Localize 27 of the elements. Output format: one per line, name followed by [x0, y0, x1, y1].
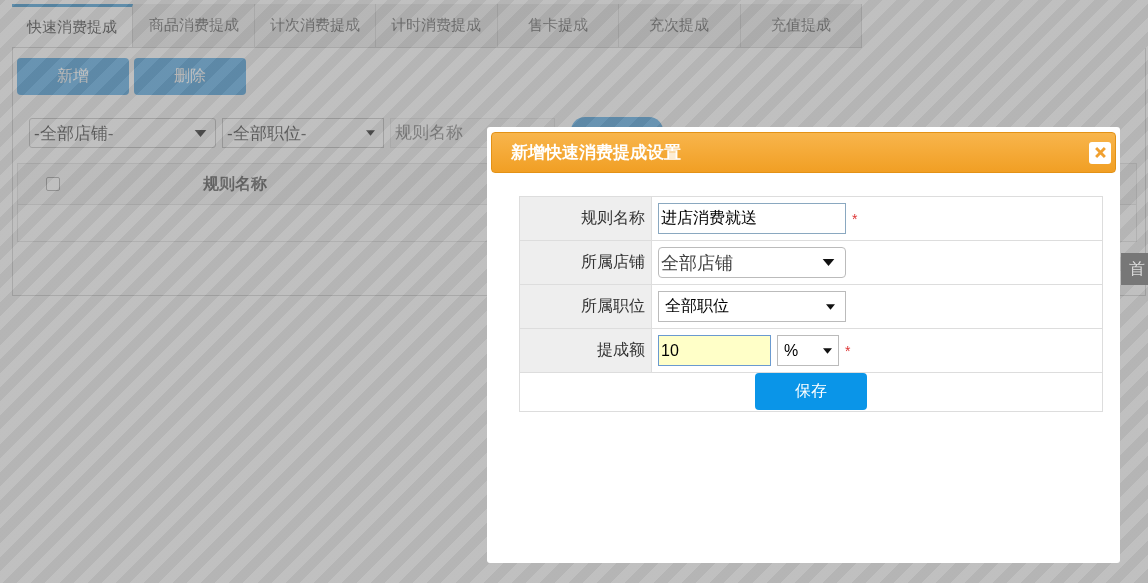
field-label: 提成额 [520, 329, 652, 372]
shop-select[interactable]: -全部店铺- [29, 118, 216, 148]
tab[interactable]: 快速消费提成 [12, 4, 134, 47]
caret-icon [822, 259, 835, 266]
toolbar-button[interactable]: 新增 [17, 58, 129, 95]
caret-icon [823, 347, 832, 354]
required-mark: * [845, 342, 851, 359]
field-label: 规则名称 [520, 197, 652, 240]
select-all-checkbox[interactable] [46, 177, 60, 191]
close-button[interactable] [1089, 141, 1111, 164]
caret-icon [826, 303, 835, 310]
field-label: 所属店铺 [520, 241, 652, 284]
field-label: 所属职位 [520, 285, 652, 328]
caret-icon [194, 129, 207, 137]
position-select[interactable]: -全部职位- [222, 118, 384, 148]
save-button[interactable]: 保存 [755, 373, 867, 410]
close-icon [1094, 147, 1106, 158]
caret-icon [366, 130, 375, 136]
side-tab[interactable]: 首 [1121, 253, 1148, 285]
toolbar-button[interactable]: 删除 [134, 58, 246, 95]
required-mark: * [852, 210, 858, 227]
amount-field[interactable]: 10 [658, 335, 771, 366]
text-field[interactable]: 进店消费就送 [658, 203, 846, 234]
dropdown[interactable]: 全部职位 [658, 291, 846, 322]
column-header: 规则名称 [203, 173, 267, 194]
dropdown[interactable]: 全部店铺 [658, 247, 846, 278]
unit-dropdown[interactable]: % [777, 335, 839, 366]
